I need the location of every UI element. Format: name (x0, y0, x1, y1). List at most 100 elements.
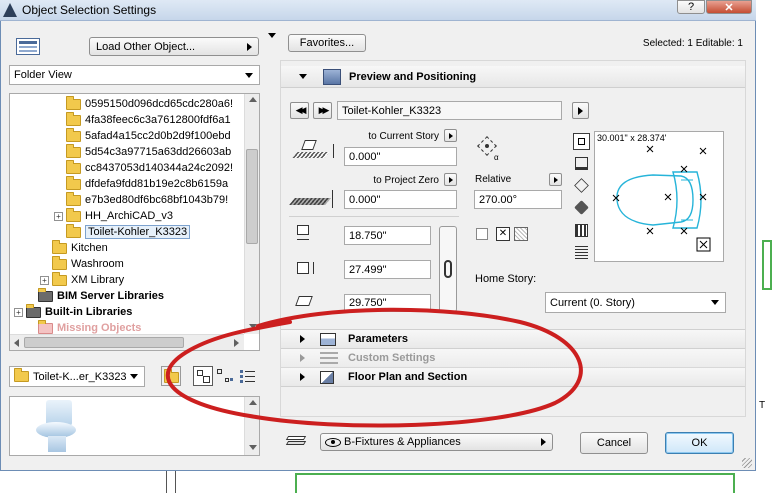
home-story-dropdown[interactable]: Current (0. Story) (545, 292, 726, 313)
list-view-icon[interactable] (575, 246, 588, 259)
object-name-field[interactable]: Toilet-Kohler_K3323 (337, 101, 562, 120)
tree-item[interactable]: 5d54c3a97715a63dd26603ab (66, 143, 231, 160)
tree-item-label: Built-in Libraries (45, 306, 133, 318)
library-tree[interactable]: 0595150d096dcd65cdc280a6! 4fa38feec6c3a76… (9, 93, 260, 351)
window-title: Object Selection Settings (22, 3, 157, 17)
tree-vertical-scrollbar[interactable] (244, 94, 259, 334)
ok-button[interactable]: OK (665, 432, 734, 454)
to-project-zero-field[interactable]: 0.000" (344, 190, 457, 209)
scroll-down-icon[interactable] (249, 324, 257, 329)
load-other-object-button[interactable]: Load Other Object... (89, 37, 259, 56)
width-icon (297, 225, 311, 245)
thumbnail-scrollbar[interactable] (244, 397, 259, 455)
favorites-label: Favorites... (299, 37, 355, 49)
help-button[interactable]: ? (677, 0, 705, 14)
tree-expander-icon[interactable]: + (40, 275, 49, 285)
floor-plan-section-header[interactable]: Floor Plan and Section (281, 368, 745, 387)
parameters-section-header[interactable]: Parameters (281, 329, 745, 349)
folder-icon (52, 271, 67, 286)
view-mode-dropdown[interactable]: Folder View (9, 65, 260, 85)
tree-item[interactable]: cc8437053d140344a24c2092! (66, 159, 233, 176)
folder-icon (66, 223, 81, 238)
depth-field[interactable]: 27.499" (344, 260, 431, 279)
tree-item-label: 4fa38feec6c3a7612800fdf6a1 (85, 114, 231, 126)
preview-section-icon (323, 68, 341, 85)
title-bar[interactable]: Object Selection Settings (0, 0, 756, 21)
view-list-button[interactable] (240, 369, 256, 385)
selection-info: Selected: 1 Editable: 1 (642, 38, 743, 49)
chain-link-icon (444, 260, 452, 278)
tree-item-label: Kitchen (71, 242, 108, 254)
folder-icon (66, 207, 81, 222)
scroll-left-icon[interactable] (14, 339, 19, 347)
forward-icon: ▶▶ (318, 105, 330, 115)
width-field[interactable]: 18.750" (344, 226, 431, 245)
rotation-angle-field[interactable]: 270.00° (474, 190, 562, 209)
to-current-story-field[interactable]: 0.000" (344, 147, 457, 166)
tree-item[interactable]: dfdefa9fdd81b19e2c8b6159a (66, 175, 228, 192)
folder-icon (66, 191, 81, 206)
scroll-right-icon[interactable] (234, 339, 239, 347)
close-button[interactable]: ✕ (706, 0, 752, 14)
rotation-angle-value: 270.00° (479, 193, 518, 206)
h-scroll-thumb[interactable] (24, 337, 184, 348)
folder-icon (164, 369, 179, 383)
tree-expander-icon[interactable]: + (14, 307, 23, 317)
chevron-down-icon (245, 72, 253, 78)
tree-item[interactable]: Kitchen (52, 239, 108, 256)
folder-icon (66, 95, 81, 110)
tree-item[interactable]: 4fa38feec6c3a7612800fdf6a1 (66, 111, 231, 128)
chevron-down-icon (711, 300, 719, 305)
project-zero-menu-button[interactable] (444, 173, 457, 186)
preview-section-header[interactable]: Preview and Positioning (281, 66, 745, 88)
tree-item[interactable]: 5afad4a15cc2d0b2d9f100ebd (66, 127, 231, 144)
tree-item[interactable]: + Built-in Libraries (14, 303, 133, 320)
tree-item[interactable]: + XM Library (40, 271, 124, 288)
parameters-section-title: Parameters (348, 333, 408, 345)
object-path-dropdown[interactable]: Toilet-K...er_K3323 (9, 366, 145, 387)
layer-value: B-Fixtures & Appliances (344, 436, 461, 448)
current-story-menu-button[interactable] (444, 129, 457, 142)
view-mode-value: Folder View (14, 69, 72, 81)
mirror-checkbox[interactable] (476, 228, 488, 240)
scroll-up-icon[interactable] (249, 97, 257, 102)
film-strip-icon[interactable] (575, 224, 588, 237)
scroll-thumb[interactable] (246, 149, 258, 244)
floor-plan-view-button[interactable] (573, 133, 590, 150)
favorites-button[interactable]: Favorites... (288, 34, 366, 52)
load-other-object-label: Load Other Object... (96, 40, 196, 53)
to-current-story-value: 0.000" (349, 150, 381, 163)
panel-collapse-icon[interactable] (268, 33, 276, 38)
resize-grip[interactable] (742, 458, 752, 468)
proportion-lock-button[interactable] (439, 226, 457, 312)
elevation-view-icon[interactable] (575, 157, 588, 170)
tree-expander-icon[interactable]: + (54, 211, 63, 221)
layer-dropdown[interactable]: B-Fixtures & Appliances (320, 433, 553, 451)
chevron-right-icon (247, 42, 252, 51)
view-small-icons-button[interactable] (217, 369, 233, 385)
tree-item[interactable]: 0595150d096dcd65cdc280a6! (66, 95, 233, 112)
expand-section-icon (300, 335, 305, 343)
next-object-button[interactable]: ▶▶ (313, 102, 332, 119)
folder-icon (66, 127, 81, 142)
height-field[interactable]: 29.750" (344, 294, 431, 312)
expand-section-icon (300, 354, 305, 362)
tree-item[interactable]: + HH_ArchiCAD_v3 (54, 207, 173, 224)
tree-item[interactable]: BIM Server Libraries (38, 287, 164, 304)
view-large-icons-button[interactable] (193, 366, 213, 386)
tree-item[interactable]: Toilet-Kohler_K3323 (66, 223, 191, 240)
previous-object-button[interactable]: ◀◀ (290, 102, 309, 119)
relative-menu-button[interactable] (549, 173, 562, 186)
parameters-icon (320, 332, 336, 346)
tree-item-label: e7b3ed80df6bc68bf1043b79! (85, 194, 229, 206)
view-mode-icon[interactable] (16, 38, 40, 55)
open-folder-button[interactable] (161, 366, 181, 386)
cancel-button[interactable]: Cancel (580, 432, 648, 454)
tree-item[interactable]: e7b3ed80df6bc68bf1043b79! (66, 191, 229, 208)
relative-label: Relative (475, 174, 512, 185)
tree-item[interactable]: Washroom (52, 255, 124, 272)
tree-horizontal-scrollbar[interactable] (10, 334, 244, 350)
folder-icon (66, 143, 81, 158)
object-name-menu-button[interactable] (572, 102, 589, 119)
folder-icon (66, 111, 81, 126)
